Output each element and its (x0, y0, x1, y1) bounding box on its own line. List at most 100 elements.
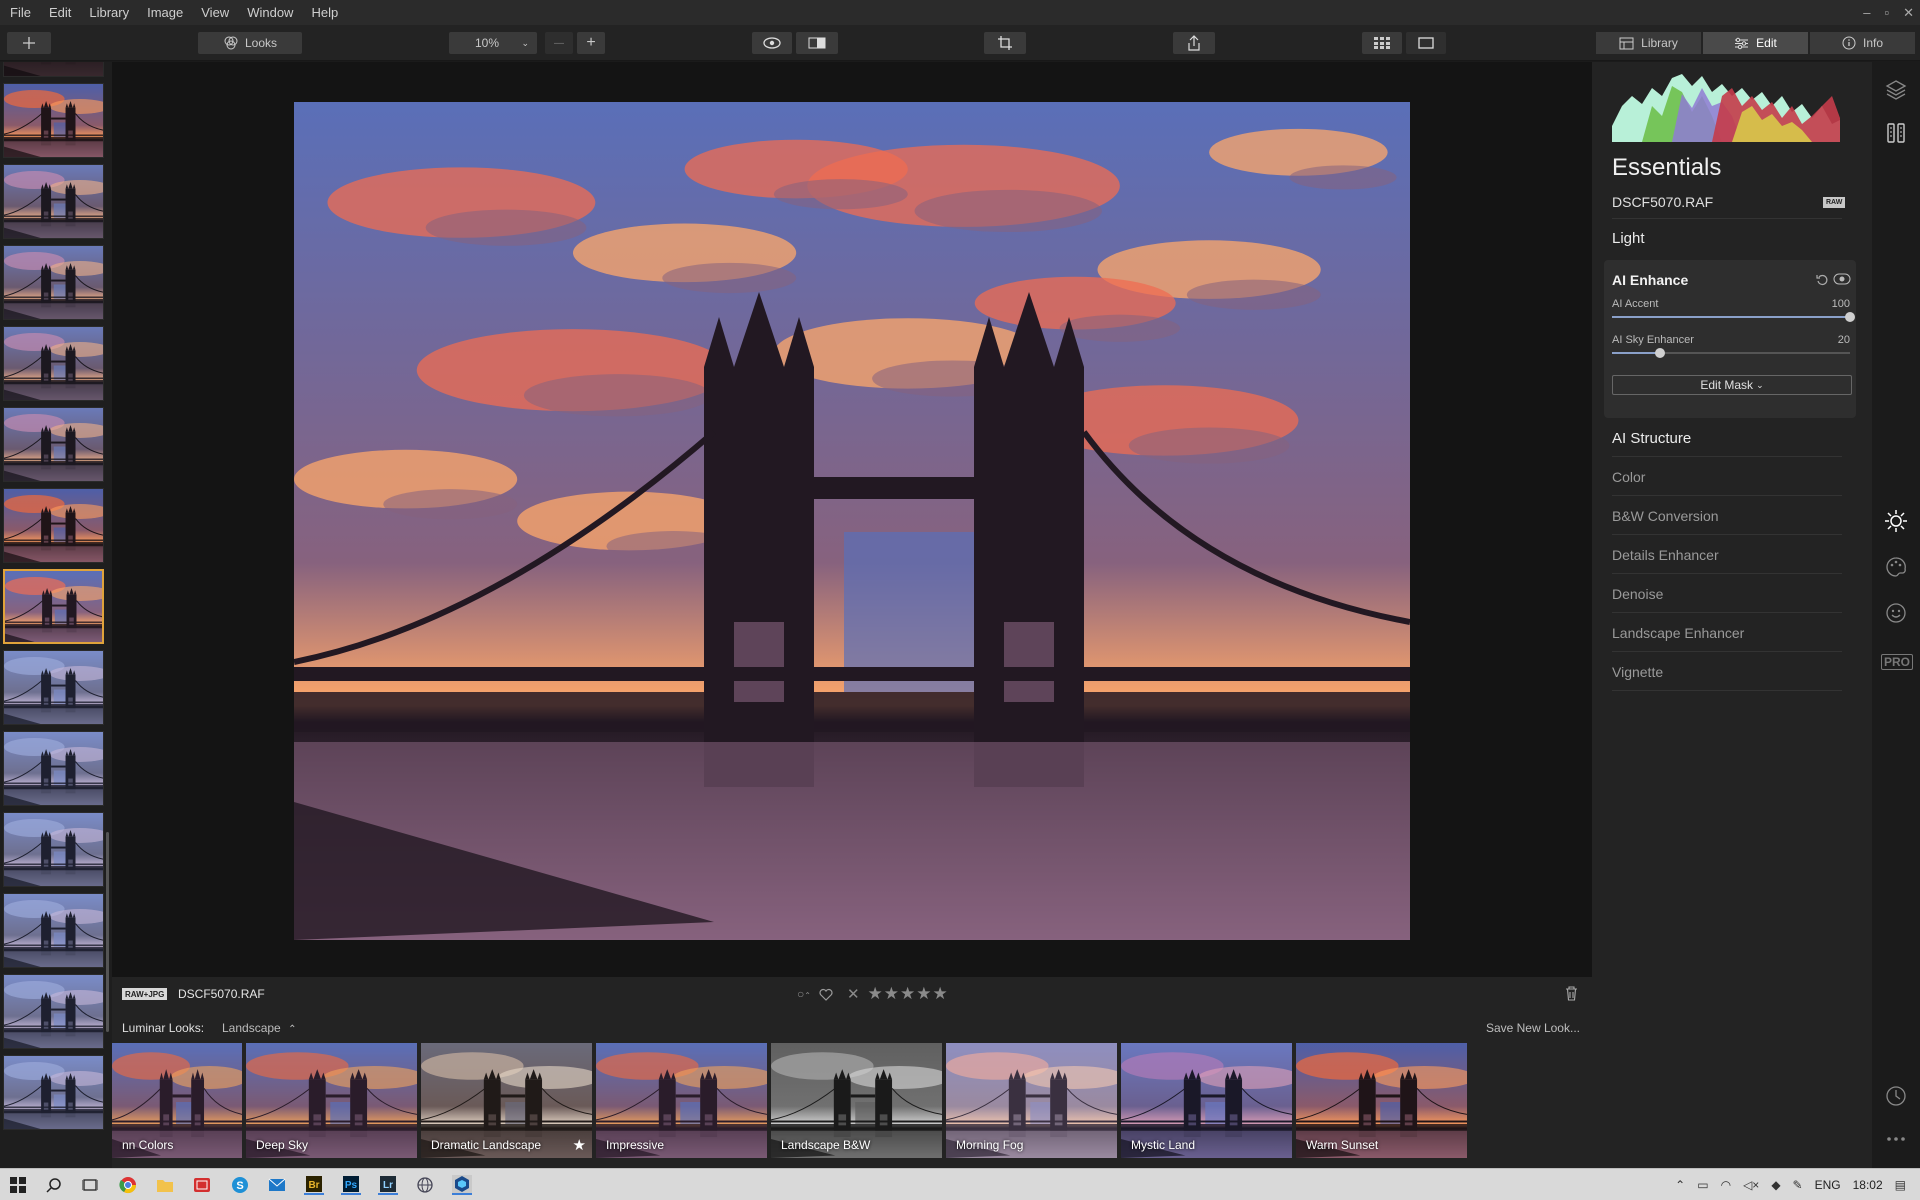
look-card[interactable]: Mystic Land (1121, 1043, 1292, 1158)
star-rating[interactable]: ★★★★★ (868, 984, 949, 1004)
pro-tools-icon[interactable]: PRO (1881, 654, 1914, 670)
slider-thumb[interactable] (1845, 312, 1855, 322)
bridge-icon[interactable]: Br (304, 1175, 324, 1195)
search-icon[interactable] (44, 1175, 64, 1195)
tab-library[interactable]: Library (1596, 32, 1701, 54)
tool-details-enhancer[interactable]: Details Enhancer (1612, 547, 1719, 563)
filmstrip-thumbnail[interactable] (3, 245, 104, 320)
filmstrip-thumbnail[interactable] (3, 974, 104, 1049)
portrait-face-icon[interactable] (1883, 600, 1909, 626)
dropbox-icon[interactable]: ◆ (1771, 1178, 1780, 1192)
essentials-sun-icon[interactable] (1883, 508, 1909, 534)
menu-window[interactable]: Window (238, 5, 302, 20)
add-photos-button[interactable] (7, 32, 51, 54)
photoshop-icon[interactable]: Ps (341, 1175, 361, 1195)
slider-value[interactable]: 20 (1838, 334, 1850, 346)
layers-icon[interactable] (1883, 76, 1909, 102)
crop-button[interactable] (984, 32, 1026, 54)
volume-muted-icon[interactable]: ◁× (1743, 1178, 1759, 1192)
filmstrip-thumbnail[interactable] (3, 407, 104, 482)
filmstrip-thumbnail[interactable] (3, 62, 104, 77)
globe-app-icon[interactable] (415, 1175, 435, 1195)
mail-icon[interactable] (267, 1175, 287, 1195)
menu-file[interactable]: File (0, 5, 40, 20)
favorite-star-icon[interactable]: ★ (573, 1136, 586, 1154)
menu-image[interactable]: Image (138, 5, 192, 20)
skype-icon[interactable]: S (230, 1175, 250, 1195)
compare-button[interactable] (796, 32, 838, 54)
share-button[interactable] (1173, 32, 1215, 54)
filmstrip-thumbnail[interactable] (3, 569, 104, 644)
chrome-icon[interactable] (118, 1175, 138, 1195)
luminar-icon[interactable] (452, 1175, 472, 1195)
filmstrip-thumbnail[interactable] (3, 812, 104, 887)
notifications-icon[interactable]: ▤ (1895, 1178, 1906, 1192)
trash-icon[interactable] (1565, 986, 1578, 1001)
tool-b-w-conversion[interactable]: B&W Conversion (1612, 508, 1719, 524)
reset-icon[interactable] (1816, 274, 1828, 286)
tab-edit[interactable]: Edit (1703, 32, 1808, 54)
menu-view[interactable]: View (192, 5, 238, 20)
creative-palette-icon[interactable] (1883, 554, 1909, 580)
tool-vignette[interactable]: Vignette (1612, 664, 1663, 680)
filmstrip-thumbnail[interactable] (3, 326, 104, 401)
menu-edit[interactable]: Edit (40, 5, 80, 20)
lightroom-icon[interactable]: Lr (378, 1175, 398, 1195)
minimize-button[interactable]: – (1863, 5, 1870, 20)
zoom-in-button[interactable]: + (577, 32, 605, 54)
zoom-select[interactable]: 10% ⌄ (449, 32, 537, 54)
close-window-button[interactable]: ✕ (1903, 5, 1914, 21)
slider-track[interactable] (1612, 348, 1850, 358)
reject-button[interactable]: ✕ (847, 985, 860, 1003)
visibility-toggle-icon[interactable] (1833, 273, 1851, 285)
file-explorer-icon[interactable] (155, 1175, 175, 1195)
tool-landscape-enhancer[interactable]: Landscape Enhancer (1612, 625, 1744, 641)
slider-thumb[interactable] (1654, 348, 1665, 358)
maximize-button[interactable]: ▫ (1884, 5, 1889, 20)
menu-library[interactable]: Library (80, 5, 138, 20)
tool-color[interactable]: Color (1612, 469, 1645, 485)
look-card[interactable]: Warm Sunset (1296, 1043, 1467, 1158)
task-view-icon[interactable] (80, 1175, 100, 1195)
look-card[interactable]: Landscape B&W (771, 1043, 942, 1158)
filmstrip-thumbnail[interactable] (3, 893, 104, 968)
language-indicator[interactable]: ENG (1815, 1178, 1841, 1192)
filmstrip-thumbnail[interactable] (3, 731, 104, 806)
tool-denoise[interactable]: Denoise (1612, 586, 1663, 602)
chevron-up-icon[interactable]: ⌃ (1675, 1178, 1685, 1192)
red-app-icon[interactable] (192, 1175, 212, 1195)
section-light[interactable]: Light (1612, 230, 1645, 247)
look-card[interactable]: Morning Fog (946, 1043, 1117, 1158)
filmstrip-thumbnail[interactable] (3, 164, 104, 239)
looks-category-select[interactable]: Landscape ⌃ (222, 1021, 296, 1035)
save-new-look-button[interactable]: Save New Look... (1486, 1021, 1580, 1035)
filmstrip-scrollbar[interactable] (106, 832, 109, 1032)
more-dots-icon[interactable] (1883, 1126, 1909, 1152)
tab-info[interactable]: Info (1810, 32, 1915, 54)
edit-mask-button[interactable]: Edit Mask ⌄ (1612, 375, 1852, 395)
canvas-tools-icon[interactable] (1883, 120, 1909, 146)
color-label-button[interactable]: ○⌃ (797, 987, 811, 1001)
heart-icon[interactable] (819, 988, 833, 1001)
pen-icon[interactable]: ✎ (1793, 1178, 1803, 1192)
grid-view-button[interactable] (1362, 32, 1402, 54)
filmstrip-thumbnail[interactable] (3, 488, 104, 563)
tool-ai-structure[interactable]: AI Structure (1612, 430, 1691, 447)
history-clock-icon[interactable] (1883, 1083, 1909, 1109)
looks-button[interactable]: Looks (198, 32, 302, 54)
clock[interactable]: 18:02 (1853, 1178, 1883, 1192)
look-card[interactable]: Impressive (596, 1043, 767, 1158)
ai-enhance-title[interactable]: AI Enhance (1612, 272, 1688, 288)
zoom-out-button[interactable]: — (545, 32, 573, 54)
main-photo[interactable] (294, 102, 1410, 940)
look-card[interactable]: nn Colors (112, 1043, 242, 1158)
wifi-icon[interactable]: ◠ (1721, 1178, 1731, 1192)
filmstrip-thumbnail[interactable] (3, 1055, 104, 1130)
look-card[interactable]: Deep Sky (246, 1043, 417, 1158)
slider-track[interactable] (1612, 312, 1855, 322)
filmstrip-thumbnail[interactable] (3, 650, 104, 725)
battery-icon[interactable]: ▭ (1697, 1178, 1708, 1192)
preview-eye-button[interactable] (752, 32, 792, 54)
filmstrip-thumbnail[interactable] (3, 83, 104, 158)
menu-help[interactable]: Help (302, 5, 347, 20)
